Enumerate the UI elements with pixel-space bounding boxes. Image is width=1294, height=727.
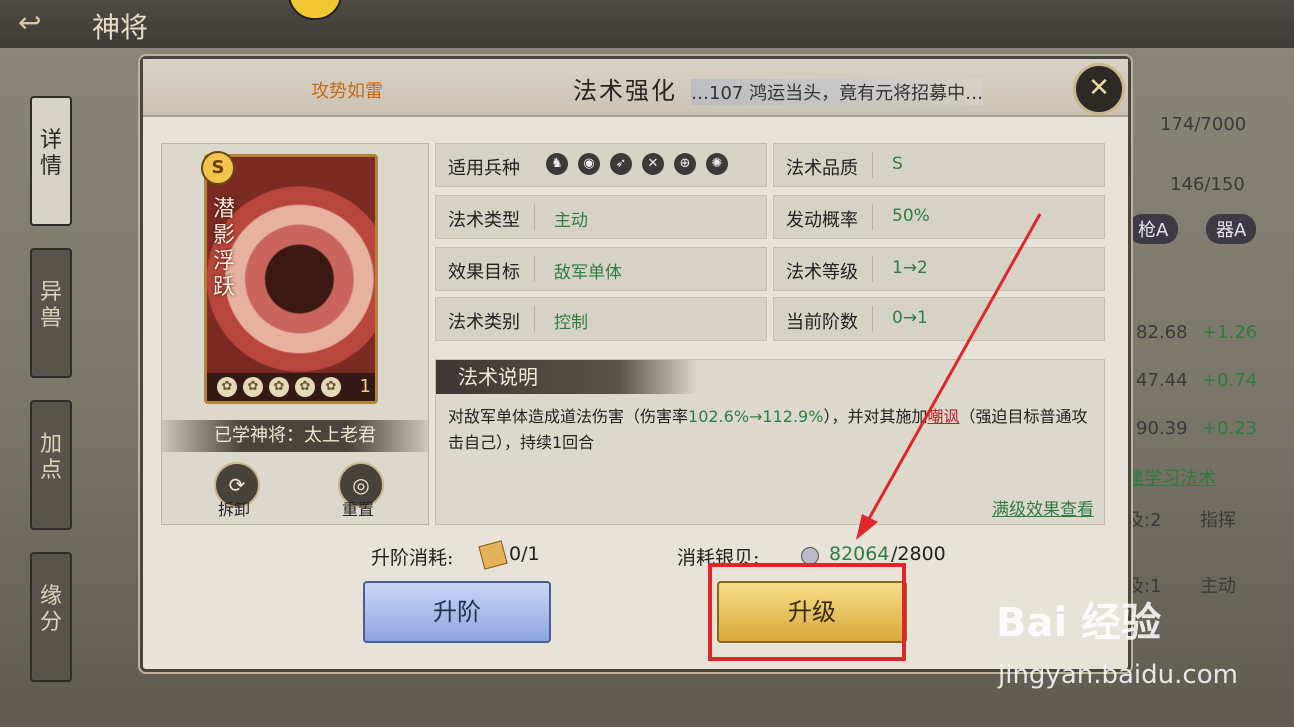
watermark-url: jingyan.baidu.com	[998, 660, 1238, 690]
watermark-logo: Bai 经验	[996, 600, 1162, 646]
baidu-watermark: Bai 经验 jingyan.baidu.com	[996, 590, 1276, 700]
annotation-highlight-box	[708, 563, 906, 661]
